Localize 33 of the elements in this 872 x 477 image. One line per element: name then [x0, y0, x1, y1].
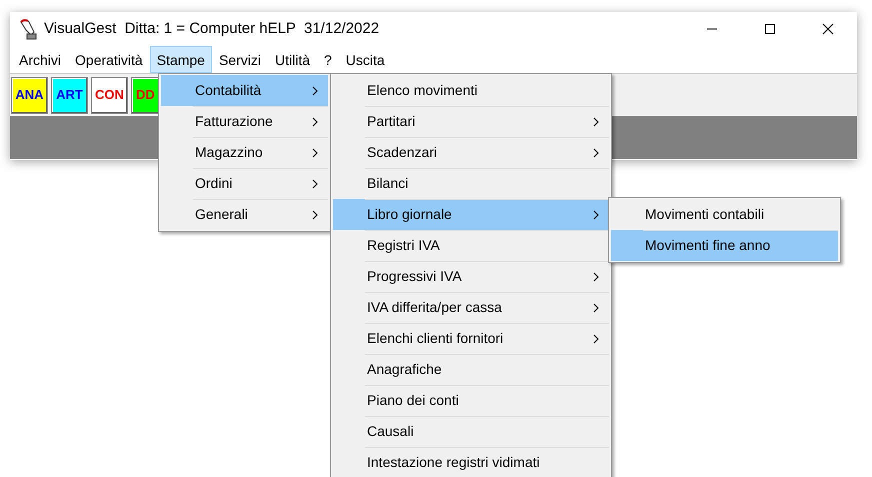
menu-item[interactable]: Stampe [150, 46, 212, 73]
window-title: VisualGest Ditta: 1 = Computer hELP 31/12/2022 [44, 18, 380, 39]
menu-item[interactable]: IVA differita/per cassa [333, 292, 609, 323]
menu-item[interactable]: Movimenti fine anno [611, 230, 838, 261]
maximize-icon [764, 23, 776, 35]
menu-item[interactable]: Elenco movimenti [333, 75, 609, 106]
menu-item[interactable]: Servizi [212, 46, 268, 73]
toolbar-button[interactable]: CON [91, 76, 128, 114]
menu-item[interactable]: Scadenzari [333, 137, 609, 168]
close-icon [822, 23, 834, 35]
menu-item[interactable]: Piano dei conti [333, 385, 609, 416]
menu-item[interactable]: Utilità [268, 46, 317, 73]
menu-item[interactable]: Anagrafiche [333, 354, 609, 385]
menu-item[interactable]: Registri IVA [333, 230, 609, 261]
menu-item[interactable]: Partitari [333, 106, 609, 137]
app-icon [18, 18, 38, 40]
menu-item[interactable]: Elenchi clienti fornitori [333, 323, 609, 354]
menu-item[interactable]: Contabilità [161, 75, 328, 106]
menu-item[interactable]: Ordini [161, 168, 328, 199]
menu-item[interactable]: Operatività [68, 46, 150, 73]
menu-item[interactable]: Bilanci [333, 168, 609, 199]
menu-item[interactable]: Intestazione registri vidimati [333, 447, 609, 477]
menu-item[interactable]: Uscita [338, 46, 392, 73]
menu-item[interactable]: Progressivi IVA [333, 261, 609, 292]
menu-item[interactable]: ? [317, 46, 339, 73]
toolbar-button[interactable]: ANA [11, 76, 48, 114]
menu-item[interactable]: Generali [161, 199, 328, 230]
menu-item[interactable]: Magazzino [161, 137, 328, 168]
menu-item[interactable]: Movimenti contabili [611, 199, 838, 230]
menu-item[interactable]: Causali [333, 416, 609, 447]
toolbar-button[interactable]: ART [51, 76, 88, 114]
menu-item[interactable]: Libro giornale [333, 199, 609, 230]
menu-item[interactable]: Archivi [12, 46, 68, 73]
